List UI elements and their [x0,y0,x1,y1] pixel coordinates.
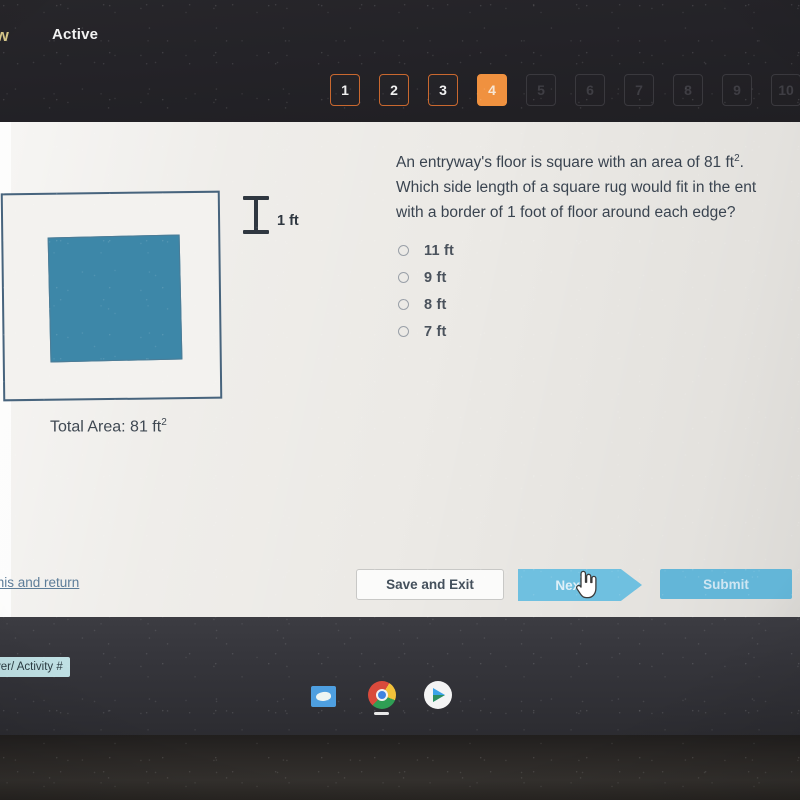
chrome-icon[interactable] [368,681,396,709]
question-stem: An entryway's floor is square with an ar… [396,146,800,225]
play-store-icon[interactable] [424,681,452,709]
radio-button-icon[interactable] [398,326,409,337]
pager-button-1[interactable]: 1 [330,74,360,106]
quiz-top-bar: ew Active 1 2 3 4 5 6 7 8 9 10 [0,0,800,122]
stem-line1-period: . [739,154,744,172]
answer-option-4-label: 7 ft [424,323,447,340]
link-status-tooltip: ver/ Activity # [0,657,70,677]
question-stem-line-1: An entryway's floor is square with an ar… [396,146,800,175]
nav-active-label[interactable]: Active [52,26,98,43]
dimension-cap-bottom [243,230,269,234]
chromeos-desktop [0,617,800,735]
pager-button-5[interactable]: 5 [526,74,556,106]
launcher-glyph [315,691,332,702]
rug-square-shape [47,234,183,363]
chrome-hub-glyph [376,689,388,701]
answer-options-list: 11 ft 9 ft 8 ft 7 ft [398,237,454,345]
pager-button-2[interactable]: 2 [379,74,409,106]
answer-option-1[interactable]: 11 ft [398,237,454,264]
answer-option-2-label: 9 ft [424,269,447,286]
stem-line1-text: An entryway's floor is square with an ar… [396,154,735,172]
answer-option-4[interactable]: 7 ft [398,318,454,345]
play-triangle-lower [433,695,445,702]
answer-option-1-label: 11 ft [424,242,455,259]
mouse-cursor-hand-icon [575,570,597,599]
pager-button-4[interactable]: 4 [477,74,507,106]
answer-option-3-label: 8 ft [424,296,447,313]
nav-review-label[interactable]: ew [0,26,9,46]
chrome-active-indicator [374,712,389,715]
dimension-label: 1 ft [277,213,299,229]
answer-option-3[interactable]: 8 ft [398,291,454,318]
radio-button-icon[interactable] [398,245,409,256]
total-area-caption: Total Area: 81 ft2 [50,417,167,436]
pager-button-3[interactable]: 3 [428,74,458,106]
mark-and-return-link[interactable]: rk this and return [0,575,79,590]
total-area-text: Total Area: 81 ft [50,418,162,436]
save-and-exit-button[interactable]: Save and Exit [356,569,504,600]
question-stem-line-3: with a border of 1 foot of floor around … [396,204,736,222]
pager-button-6[interactable]: 6 [575,74,605,106]
launcher-icon[interactable] [311,686,336,707]
dimension-marker-icon [243,196,269,234]
laptop-bezel: ASUS [0,735,800,800]
screenshot-root: ew Active 1 2 3 4 5 6 7 8 9 10 An entryw… [0,0,800,800]
pager-button-8[interactable]: 8 [673,74,703,106]
question-stem-line-2: Which side length of a square rug would … [396,179,757,197]
total-area-superscript: 2 [161,417,167,428]
dimension-stem [254,199,258,231]
pager-button-10[interactable]: 10 [771,74,800,106]
pager-button-7[interactable]: 7 [624,74,654,106]
answer-option-2[interactable]: 9 ft [398,264,454,291]
submit-button[interactable]: Submit [660,569,792,599]
pager-button-9[interactable]: 9 [722,74,752,106]
floor-square-diagram [0,190,223,402]
radio-button-icon[interactable] [398,299,409,310]
next-button-label: Next [555,577,585,593]
radio-button-icon[interactable] [398,272,409,283]
